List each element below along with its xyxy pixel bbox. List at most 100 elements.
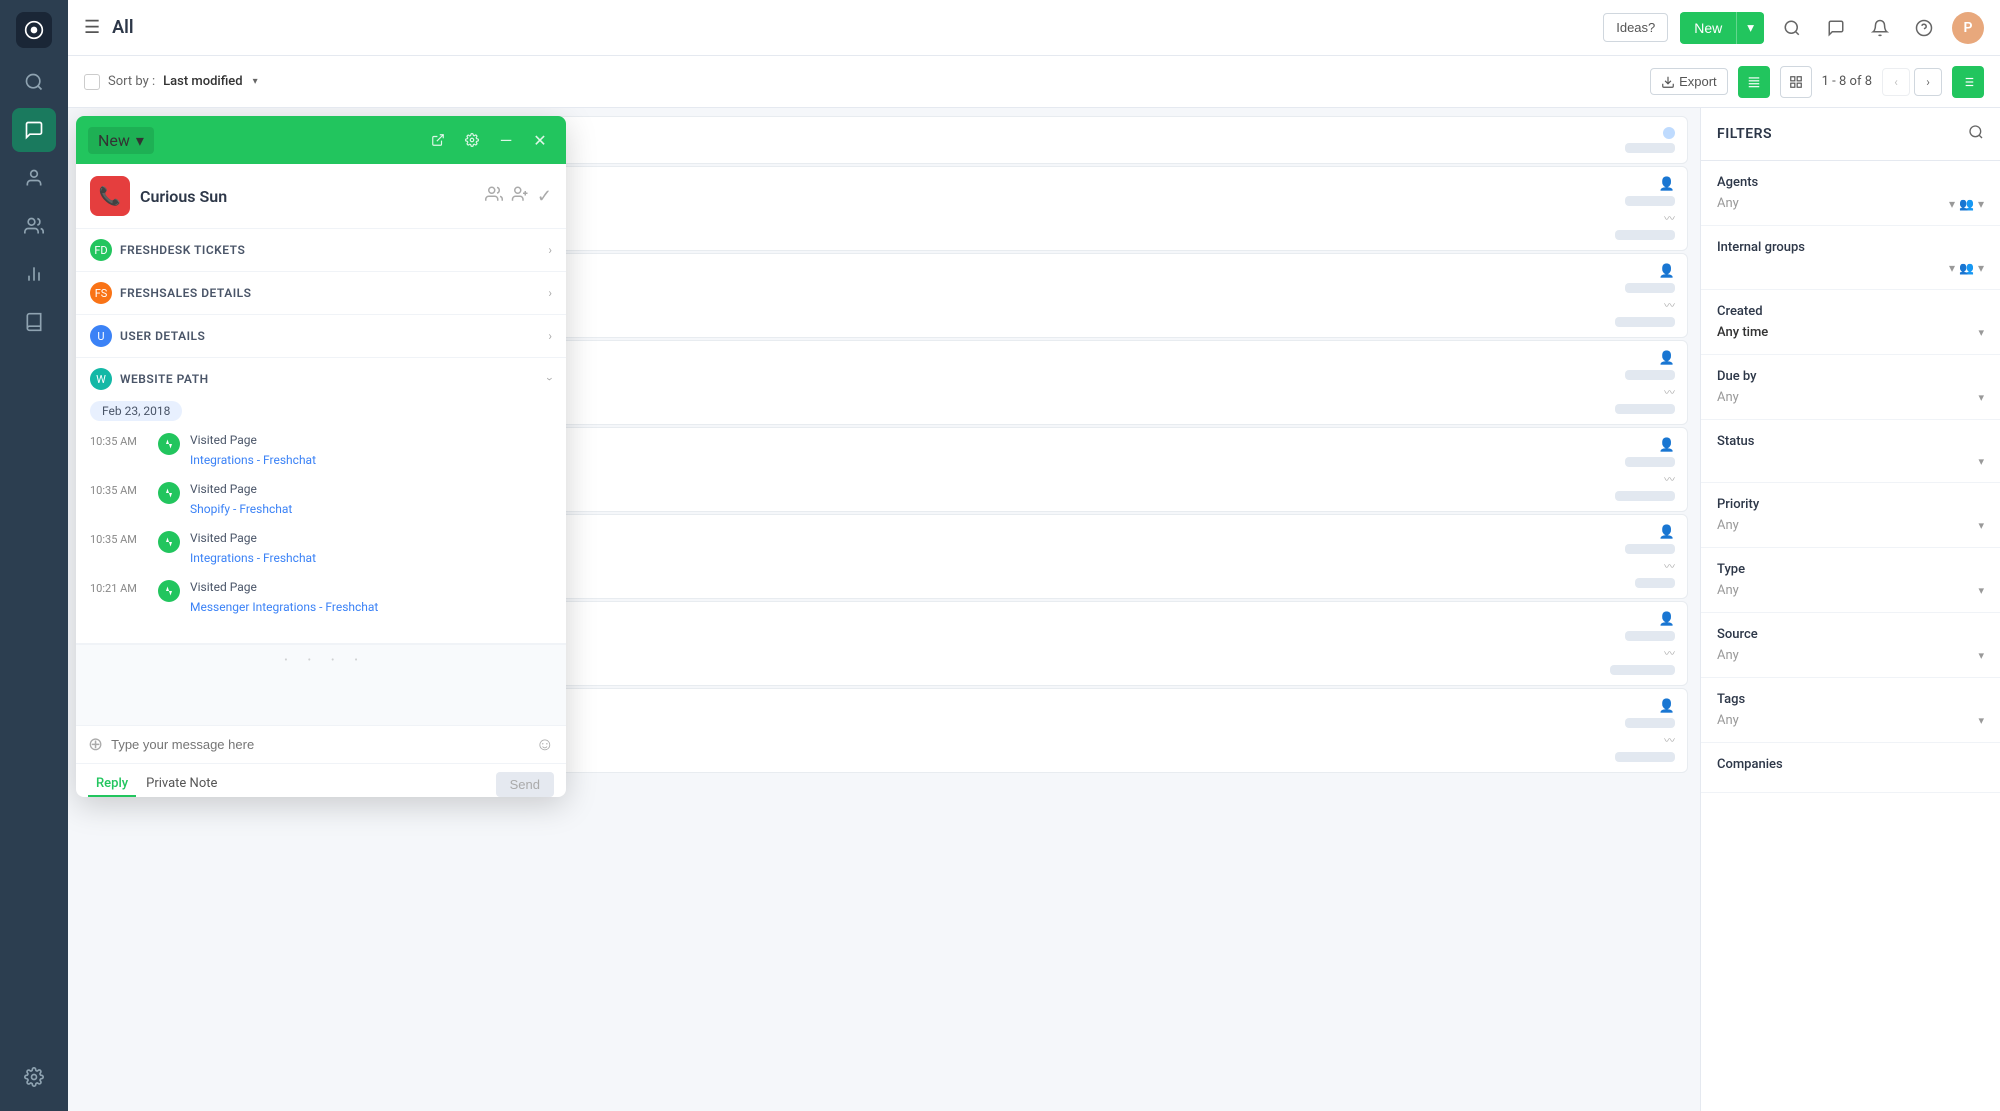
filter-created-select[interactable]: Any time ▾ <box>1717 325 1984 340</box>
search-icon[interactable] <box>1776 12 1808 44</box>
sidebar-item-search[interactable] <box>12 60 56 104</box>
filter-source-caret-icon: ▾ <box>1978 649 1984 662</box>
freshsales-section: FS FRESHSALES DETAILS › <box>76 272 566 315</box>
filter-due-select[interactable]: Any ▾ <box>1717 390 1984 405</box>
sidebar-item-groups[interactable] <box>12 204 56 248</box>
assign-team-icon[interactable] <box>485 185 503 207</box>
filter-created-caret-icon: ▾ <box>1978 326 1984 339</box>
sidebar-item-chat[interactable] <box>12 108 56 152</box>
phone-icon: 📞 <box>90 176 130 216</box>
website-path-section: W WEBSITE PATH › Feb 23, 2018 10:35 AM <box>76 358 566 644</box>
reply-box: • • • • ⊕ ☺ Reply <box>76 644 566 797</box>
timeline-time: 10:35 AM <box>90 531 148 546</box>
reply-input-area: ⊕ ☺ <box>76 725 566 763</box>
notification-icon[interactable] <box>1864 12 1896 44</box>
grid-view-button[interactable] <box>1780 66 1812 98</box>
filter-agents-label: Agents <box>1717 175 1984 190</box>
new-button[interactable]: New <box>1680 13 1736 43</box>
filter-groups-select[interactable]: ▾ 👥 ▾ <box>1717 261 1984 275</box>
assign-agent-icon[interactable] <box>511 185 529 207</box>
minimize-icon[interactable]: — <box>492 126 520 154</box>
sidebar-item-book[interactable] <box>12 300 56 344</box>
sort-caret-icon[interactable]: ▾ <box>253 76 258 87</box>
filter-header: FILTERS <box>1701 108 2000 161</box>
freshdesk-arrow-icon: › <box>548 243 552 257</box>
filter-due-by: Due by Any ▾ <box>1701 355 2000 420</box>
timeline-dot-icon <box>158 482 180 504</box>
chat-icon[interactable] <box>1820 12 1852 44</box>
select-all-checkbox[interactable] <box>84 74 100 90</box>
filter-agents-select[interactable]: Any ▾ 👥 ▾ <box>1717 196 1984 211</box>
timeline-item: 10:35 AM Visited Page Integrations - Fre… <box>90 531 552 566</box>
freshsales-section-header[interactable]: FS FRESHSALES DETAILS › <box>76 272 566 314</box>
freshdesk-label: FRESHDESK TICKETS <box>120 243 540 257</box>
resolve-icon[interactable]: ✓ <box>537 186 552 207</box>
timeline-link-0[interactable]: Integrations - Freshchat <box>190 453 316 467</box>
timeline-action-1: Visited Page <box>190 482 552 496</box>
website-path-collapse-icon: › <box>543 377 557 381</box>
new-button-group: New ▾ <box>1680 12 1764 44</box>
timeline-content: Visited Page Integrations - Freshchat <box>190 531 552 566</box>
next-page-button[interactable]: › <box>1914 68 1942 96</box>
filter-source-select[interactable]: Any ▾ <box>1717 648 1984 663</box>
freshdesk-section-header[interactable]: FD FRESHDESK TICKETS › <box>76 229 566 271</box>
filter-priority-select[interactable]: Any ▾ <box>1717 518 1984 533</box>
list-view-button[interactable] <box>1738 66 1770 98</box>
filter-type-value: Any <box>1717 583 1739 598</box>
status-dropdown[interactable]: New ▾ <box>88 127 154 154</box>
timeline-link-2[interactable]: Integrations - Freshchat <box>190 551 316 565</box>
timeline-action-0: Visited Page <box>190 433 552 447</box>
user-avatar[interactable]: P <box>1952 12 1984 44</box>
filter-agents-person-icon: 👥 <box>1959 197 1974 211</box>
sidebar-item-reports[interactable] <box>12 252 56 296</box>
close-icon[interactable]: ✕ <box>526 126 554 154</box>
timeline-item: 10:35 AM Visited Page Shopify - Freshcha… <box>90 482 552 517</box>
prev-page-button[interactable]: ‹ <box>1882 68 1910 96</box>
freshsales-icon: FS <box>90 282 112 304</box>
popup-header-icons: — ✕ <box>424 126 554 154</box>
filter-search-icon[interactable] <box>1968 124 1984 144</box>
timeline-link-3[interactable]: Messenger Integrations - Freshchat <box>190 600 378 614</box>
timeline-link-1[interactable]: Shopify - Freshchat <box>190 502 292 516</box>
timeline-dot-icon <box>158 531 180 553</box>
filter-created-label: Created <box>1717 304 1984 319</box>
ideas-button[interactable]: Ideas? <box>1603 13 1668 42</box>
new-dropdown-toggle[interactable]: ▾ <box>1737 13 1764 43</box>
status-label: New <box>98 131 130 150</box>
filter-internal-groups: Internal groups ▾ 👥 ▾ <box>1701 226 2000 290</box>
filter-groups-extra-icon: ▾ <box>1978 261 1984 275</box>
filter-panel: FILTERS Agents Any ▾ 👥 ▾ <box>1700 108 2000 1111</box>
column-settings-button[interactable] <box>1952 66 1984 98</box>
sidebar-item-contacts[interactable] <box>12 156 56 200</box>
reply-tab[interactable]: Reply <box>88 772 136 797</box>
status-caret-icon: ▾ <box>136 131 144 150</box>
user-details-section-header[interactable]: U USER DETAILS › <box>76 315 566 357</box>
emoji-icon[interactable]: ☺ <box>536 734 554 755</box>
reply-input[interactable] <box>111 737 528 752</box>
external-link-icon[interactable] <box>424 126 452 154</box>
sidebar-logo[interactable] <box>16 12 52 48</box>
sidebar-item-settings[interactable] <box>12 1055 56 1099</box>
menu-icon[interactable]: ☰ <box>84 17 100 38</box>
send-button[interactable]: Send <box>496 772 554 797</box>
freshsales-arrow-icon: › <box>548 286 552 300</box>
filter-groups-person-icon: 👥 <box>1959 261 1974 275</box>
private-note-tab[interactable]: Private Note <box>138 772 225 797</box>
date-badge: Feb 23, 2018 <box>90 401 182 421</box>
filter-status-select[interactable]: ▾ <box>1717 455 1984 468</box>
filter-tags-select[interactable]: Any ▾ <box>1717 713 1984 728</box>
help-icon[interactable] <box>1908 12 1940 44</box>
filter-status-label: Status <box>1717 434 1984 449</box>
freshdesk-section: FD FRESHDESK TICKETS › <box>76 229 566 272</box>
sort-value[interactable]: Last modified <box>163 74 243 89</box>
filter-companies-label: Companies <box>1717 757 1984 772</box>
website-path-section-header[interactable]: W WEBSITE PATH › <box>76 358 566 400</box>
add-attachment-icon[interactable]: ⊕ <box>88 734 103 755</box>
timeline-time: 10:35 AM <box>90 433 148 448</box>
user-details-section: U USER DETAILS › <box>76 315 566 358</box>
filter-type-select[interactable]: Any ▾ <box>1717 583 1984 598</box>
settings-icon[interactable] <box>458 126 486 154</box>
timeline-action-3: Visited Page <box>190 580 552 594</box>
timeline-time: 10:35 AM <box>90 482 148 497</box>
export-button[interactable]: Export <box>1650 68 1728 95</box>
